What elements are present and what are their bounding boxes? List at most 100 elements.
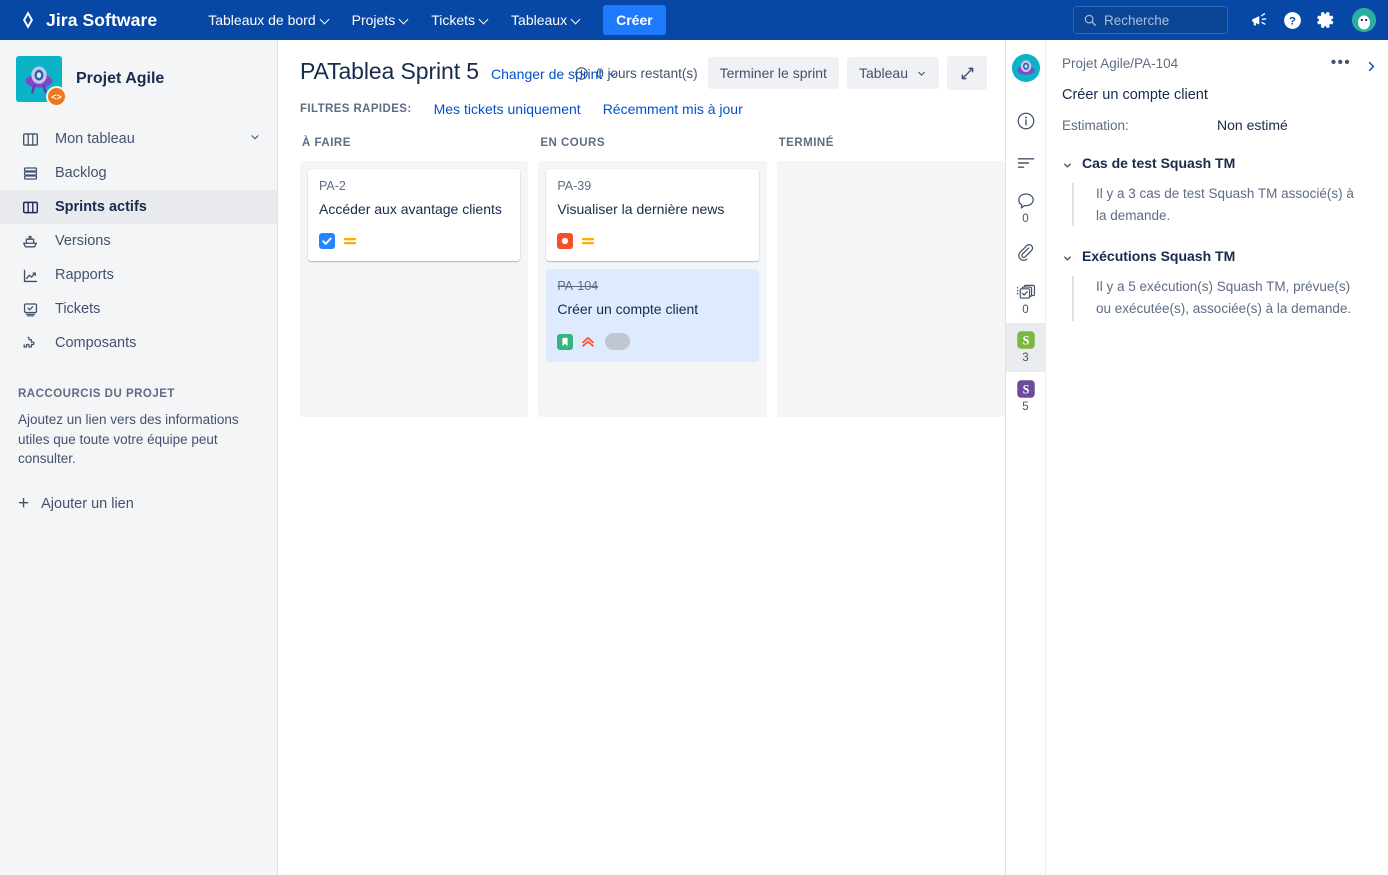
nav-item-boards[interactable]: Tableaux <box>501 6 591 34</box>
squash-executions-count: 5 <box>1022 402 1028 414</box>
breadcrumb-issue-key[interactable]: PA-104 <box>1134 56 1178 71</box>
estimation-row: Estimation: Non estimé <box>1062 117 1372 133</box>
code-badge-icon: <> <box>46 86 67 107</box>
brand-name: Jira Software <box>46 10 157 31</box>
estimation-value[interactable]: Non estimé <box>1217 117 1288 133</box>
card-assignee-avatar[interactable] <box>605 333 630 350</box>
sidebar-item-mon-tableau[interactable]: Mon tableau <box>0 122 277 156</box>
rail-item-comments[interactable]: 0 <box>1006 184 1046 233</box>
card-meta-row <box>557 232 747 250</box>
sidebar-item-composants[interactable]: Composants <box>0 326 277 360</box>
rail-item-squash-executions[interactable]: S 5 <box>1006 372 1046 421</box>
board-card-selected[interactable]: PA-104 Créer un compte client <box>546 269 758 361</box>
puzzle-components-icon <box>20 334 40 352</box>
project-rocket-avatar-icon <box>1012 54 1040 82</box>
quick-filters-label: FILTRES RAPIDES: <box>300 103 412 115</box>
sidebar-item-label: Composants <box>55 335 261 351</box>
help-question-icon: ? <box>1282 10 1303 31</box>
complete-sprint-button[interactable]: Terminer le sprint <box>708 57 839 89</box>
board-card[interactable]: PA-2 Accéder aux avantage clients <box>308 169 520 261</box>
more-actions-button[interactable]: ••• <box>1328 54 1354 78</box>
section-squash-executions: Exécutions Squash TM Il y a 5 exécution(… <box>1062 248 1372 321</box>
search-icon <box>1083 13 1097 27</box>
issues-screen-icon <box>20 301 40 318</box>
nav-item-projects[interactable]: Projets <box>342 6 420 34</box>
board-column-done: TERMINÉ <box>777 137 1005 417</box>
rail-item-subtasks[interactable]: 0 <box>1006 275 1046 324</box>
shortcuts-section-title: RACCOURCIS DU PROJET <box>0 388 277 400</box>
ship-releases-icon <box>20 232 40 250</box>
sidebar-item-sprints-actifs[interactable]: Sprints actifs <box>0 190 277 224</box>
sidebar-item-versions[interactable]: Versions <box>0 224 277 258</box>
chevron-down-icon <box>400 16 409 25</box>
collapse-panel-button[interactable] <box>1362 54 1380 78</box>
chevron-down-icon <box>480 16 489 25</box>
description-lines-icon <box>1016 155 1036 171</box>
create-button[interactable]: Créer <box>603 5 666 35</box>
rail-item-attachments[interactable] <box>1006 233 1046 275</box>
story-bookmark-icon <box>557 334 573 350</box>
section-header[interactable]: Cas de test Squash TM <box>1062 155 1372 171</box>
chevron-down-icon <box>249 131 261 147</box>
quick-filter-my-issues[interactable]: Mes tickets uniquement <box>434 101 581 117</box>
backlog-stack-icon <box>20 165 40 182</box>
sprint-board: À FAIRE PA-2 Accéder aux avantage client… <box>278 117 1005 417</box>
user-avatar[interactable] <box>1350 6 1378 34</box>
task-checkmark-icon <box>319 233 335 249</box>
card-meta-row <box>319 232 509 250</box>
days-remaining-label: 0 jours restant(s) <box>596 66 697 81</box>
svg-text:?: ? <box>1289 15 1296 27</box>
board-view-dropdown[interactable]: Tableau <box>847 57 939 89</box>
board-column-inprogress: EN COURS PA-39 Visualiser la dernière ne… <box>538 137 766 417</box>
jira-brand-home-link[interactable]: Jira Software <box>0 0 171 40</box>
megaphone-announcements-button[interactable] <box>1242 4 1274 36</box>
column-dropzone[interactable]: PA-39 Visualiser la dernière news <box>538 161 766 417</box>
nav-item-issues[interactable]: Tickets <box>421 6 499 34</box>
breadcrumb: Projet Agile / PA-104 <box>1062 56 1372 71</box>
svg-text:S: S <box>1022 334 1029 348</box>
section-body: Il y a 3 cas de test Squash TM associé(s… <box>1072 183 1357 226</box>
priority-medium-icon <box>581 234 595 248</box>
column-header: EN COURS <box>538 137 766 161</box>
column-dropzone[interactable]: PA-2 Accéder aux avantage clients <box>300 161 528 417</box>
rail-item-details[interactable] <box>1006 100 1046 142</box>
board-columns-icon <box>20 131 40 148</box>
breadcrumb-project[interactable]: Projet Agile <box>1062 56 1130 71</box>
sidebar-nav: Mon tableau Backlog <box>0 122 277 360</box>
card-issue-key: PA-39 <box>557 179 747 193</box>
column-dropzone[interactable] <box>777 161 1005 417</box>
nav-item-dashboards[interactable]: Tableaux de bord <box>198 6 339 34</box>
sidebar-item-tickets[interactable]: Tickets <box>0 292 277 326</box>
sidebar-item-label: Versions <box>55 233 261 249</box>
expand-diagonal-icon <box>959 65 976 82</box>
fullscreen-expand-button[interactable] <box>947 56 987 90</box>
sidebar-item-backlog[interactable]: Backlog <box>0 156 277 190</box>
plus-icon: + <box>18 494 29 513</box>
add-link-label: Ajouter un lien <box>41 496 134 512</box>
rail-item-description[interactable] <box>1006 142 1046 184</box>
board-card[interactable]: PA-39 Visualiser la dernière news <box>546 169 758 261</box>
sidebar-item-rapports[interactable]: Rapports <box>0 258 277 292</box>
settings-button[interactable] <box>1310 4 1342 36</box>
add-link-button[interactable]: + Ajouter un lien <box>0 489 277 519</box>
shortcuts-description: Ajoutez un lien vers des informations ut… <box>0 400 277 469</box>
sidebar-item-label: Rapports <box>55 267 261 283</box>
top-navigation-bar: Jira Software Tableaux de bord Projets T… <box>0 0 1388 40</box>
section-header[interactable]: Exécutions Squash TM <box>1062 248 1372 264</box>
help-button[interactable]: ? <box>1276 4 1308 36</box>
board-column-todo: À FAIRE PA-2 Accéder aux avantage client… <box>300 137 528 417</box>
subtasks-count: 0 <box>1022 305 1028 317</box>
board-header-actions: 0 jours restant(s) Terminer le sprint Ta… <box>574 56 987 90</box>
column-header: TERMINÉ <box>777 137 1005 161</box>
rail-item-squash-test-cases[interactable]: S 3 <box>1006 323 1046 372</box>
chevron-down-icon <box>572 16 581 25</box>
sidebar-item-label: Mon tableau <box>55 131 234 147</box>
card-issue-key: PA-104 <box>557 279 747 293</box>
board-view-label: Tableau <box>859 65 908 81</box>
app-body: <> Projet Agile Mon tableau <box>0 40 1388 875</box>
project-sidebar: <> Projet Agile Mon tableau <box>0 40 278 875</box>
sidebar-project-header[interactable]: <> Projet Agile <box>0 40 277 116</box>
squash-executions-icon: S <box>1016 379 1036 399</box>
search-input[interactable]: Recherche <box>1073 6 1228 34</box>
quick-filter-recently-updated[interactable]: Récemment mis à jour <box>603 101 743 117</box>
